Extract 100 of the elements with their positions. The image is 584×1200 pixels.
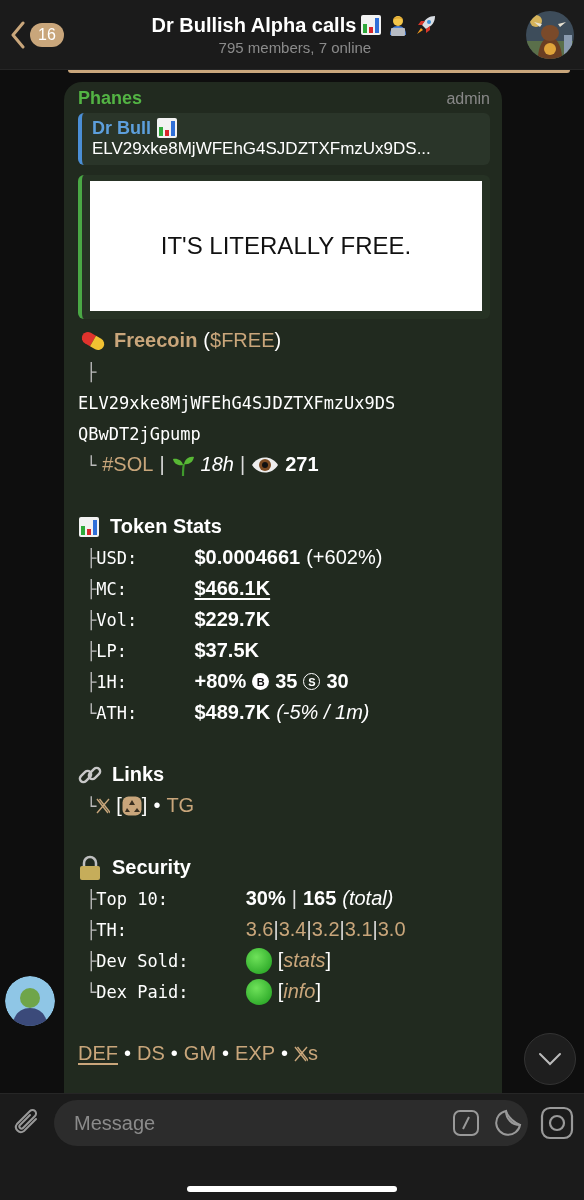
bar-chart-icon — [156, 117, 178, 139]
stat-label: Dex Paid: — [96, 981, 190, 1002]
role-label: admin — [446, 90, 490, 108]
command-icon[interactable] — [452, 1109, 480, 1137]
link[interactable]: info — [283, 980, 316, 1003]
stat-note: (total) — [342, 887, 394, 910]
separator: | — [372, 918, 378, 941]
holder-share: 3.1 — [344, 918, 373, 941]
stat-label: 1H: — [96, 671, 128, 692]
section-title: Links — [112, 763, 165, 786]
link[interactable]: DEF — [78, 1042, 118, 1065]
bracket: ) — [274, 329, 282, 352]
separator: • — [222, 1042, 230, 1065]
tree-branch: ├ — [85, 361, 97, 382]
scroll-down-button[interactable] — [524, 1033, 576, 1085]
holder-share: 3.2 — [311, 918, 340, 941]
link[interactable]: EXP — [235, 1042, 276, 1065]
chevron-down-icon — [538, 1052, 562, 1066]
sender-avatar[interactable] — [5, 976, 55, 1026]
holder-share: 3.0 — [377, 918, 406, 941]
link[interactable]: s — [308, 1042, 319, 1065]
chat-title: Dr Bullish Alpha calls — [151, 13, 357, 37]
stat-label: USD: — [96, 547, 139, 568]
token-ticker: $FREE — [210, 329, 275, 352]
section-title: Token Stats — [110, 515, 222, 538]
padlock-icon — [78, 854, 102, 881]
stat-value: $37.5K — [194, 639, 259, 662]
contract-address[interactable]: QBwDT2jGpump — [78, 423, 201, 444]
stat-value: 35 — [275, 670, 298, 693]
reply-author: Dr Bull — [92, 117, 151, 139]
tree-branch: └ — [85, 981, 97, 1002]
stat-note: (-5% / 1m) — [276, 701, 370, 724]
tree-branch: ├ — [85, 888, 97, 909]
link[interactable]: stats — [283, 949, 326, 972]
separator: | — [240, 453, 246, 476]
stat-label: Top 10: — [96, 888, 169, 909]
reply-text: ELV29xke8MjWFEhG4SJDZTXFmzUx9DS... — [92, 139, 432, 159]
message-field[interactable]: Message — [54, 1100, 528, 1146]
bracket: ] — [141, 794, 148, 817]
stat-link[interactable]: $466.1K — [194, 577, 271, 600]
holder-share: 3.6 — [245, 918, 274, 941]
tree-branch: ├ — [85, 578, 97, 599]
bracket: [ — [277, 949, 284, 972]
tree-branch: ├ — [85, 609, 97, 630]
stat-label: ATH: — [96, 702, 139, 723]
link[interactable]: GM — [183, 1042, 217, 1065]
separator: • — [124, 1042, 131, 1065]
stat-value: 30 — [326, 670, 349, 693]
separator: | — [339, 918, 345, 941]
chevron-left-icon — [10, 20, 26, 49]
sticker-icon[interactable] — [494, 1109, 522, 1137]
bracket: ] — [325, 949, 332, 972]
stat-note: (+602%) — [306, 546, 383, 569]
stat-label: Vol: — [96, 609, 139, 630]
stat-value: +80% — [194, 670, 247, 693]
separator: • — [170, 1042, 178, 1065]
tree-branch: ├ — [85, 640, 97, 661]
separator: • — [281, 1042, 289, 1065]
chain-tag[interactable]: #SOL — [102, 453, 154, 476]
tree-branch: ├ — [85, 950, 97, 971]
stat-value: $489.7K — [194, 701, 271, 724]
tree-branch: ├ — [85, 547, 97, 568]
recycle-icon — [121, 795, 142, 816]
view-count: 271 — [285, 453, 319, 476]
contract-address[interactable]: ELV29xke8MjWFEhG4SJDZTXFmzUx9DS — [78, 392, 396, 413]
stat-label: LP: — [96, 640, 128, 661]
stat-label: Dev Sold: — [96, 950, 190, 971]
tree-branch: └ — [85, 795, 97, 816]
bracket: ] — [315, 980, 322, 1003]
tree-branch: ├ — [85, 671, 97, 692]
separator: | — [159, 453, 165, 476]
section-title: Security — [112, 856, 191, 879]
tree-branch: ├ — [85, 919, 97, 940]
link[interactable]: TG — [166, 794, 195, 817]
unread-count: 16 — [30, 22, 64, 47]
stat-value: 30% — [245, 887, 286, 910]
tree-branch: └ — [85, 454, 97, 475]
link-preview[interactable]: IT'S LITERALLY FREE. — [78, 175, 490, 319]
camera-icon[interactable] — [540, 1106, 574, 1140]
holder-share: 3.4 — [278, 918, 307, 941]
stat-value: 165 — [302, 887, 337, 910]
member-count: 795 members, 7 online — [218, 39, 372, 56]
separator: | — [306, 918, 312, 941]
sender-name[interactable]: Phanes — [78, 88, 143, 109]
stat-label: TH: — [96, 919, 128, 940]
reply-quote[interactable]: Dr Bull ELV29xke8MjWFEhG4SJDZTXFmzUx9DS... — [78, 113, 490, 165]
token-name: Freecoin — [114, 329, 198, 352]
separator: | — [291, 887, 297, 910]
stat-label: MC: — [96, 578, 128, 599]
bar-chart-icon — [360, 14, 383, 36]
tree-branch: └ — [85, 702, 97, 723]
status-dot — [245, 947, 272, 974]
bracket: ( — [203, 329, 211, 352]
bar-chart-icon — [78, 515, 100, 538]
bracket: [ — [277, 980, 284, 1003]
message-input[interactable]: Message — [72, 1110, 438, 1136]
stat-value: $229.7K — [194, 608, 271, 631]
link[interactable]: DS — [137, 1042, 165, 1065]
separator: | — [273, 918, 279, 941]
status-dot — [245, 978, 272, 1005]
